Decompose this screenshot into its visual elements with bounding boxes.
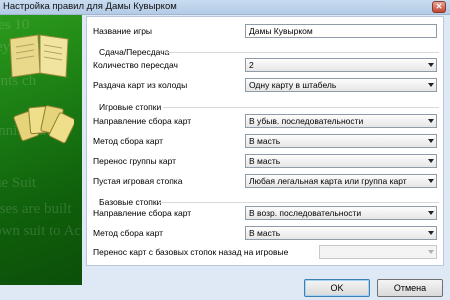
foundation-direction-label: Направление сбора карт (93, 208, 192, 218)
ok-button[interactable]: OK (304, 279, 370, 297)
foundation-direction-select[interactable]: В возр. последовательности (245, 206, 437, 220)
deal-section-title: Сдача/Пересдача (99, 47, 170, 57)
chevron-down-icon (428, 211, 434, 215)
empty-pile-select[interactable]: Любая легальная карта или группа карт (245, 174, 437, 188)
tableau-direction-value: В убыв. последовательности (249, 116, 364, 126)
chevron-down-icon (428, 139, 434, 143)
watermark-line: own suit to Ac (0, 223, 82, 239)
group-move-value: В масть (249, 156, 281, 166)
foundation-method-label: Метод сбора карт (93, 228, 164, 238)
deal-from-stock-value: Одну карту в штабель (249, 80, 337, 90)
section-divider (159, 202, 439, 203)
move-back-select[interactable] (319, 245, 437, 259)
close-button[interactable]: ✕ (432, 1, 446, 13)
empty-pile-value: Любая легальная карта или группа карт (249, 176, 407, 186)
tableau-section-title: Игровые стопки (99, 102, 162, 112)
foundation-direction-value: В возр. последовательности (249, 208, 362, 218)
chevron-down-icon (428, 250, 434, 254)
section-divider (165, 52, 439, 53)
watermark-line: sses are built (0, 201, 72, 217)
tableau-method-select[interactable]: В масть (245, 134, 437, 148)
foundation-method-select[interactable]: В масть (245, 226, 437, 240)
rule-book-icon (9, 34, 69, 78)
close-icon: ✕ (435, 2, 443, 11)
chevron-down-icon (428, 83, 434, 87)
group-move-label: Перенос группы карт (93, 156, 177, 166)
group-move-select[interactable]: В масть (245, 154, 437, 168)
watermark-line: ue Suit (0, 175, 37, 191)
side-illustration: ies 10 ey are b ents ch inning an ue Sui… (0, 15, 82, 285)
tableau-direction-label: Направление сбора карт (93, 116, 192, 126)
deal-from-stock-select[interactable]: Одну карту в штабель (245, 78, 437, 92)
section-divider (163, 107, 439, 108)
redeals-value: 2 (249, 60, 254, 70)
redeals-label: Количество пересдач (93, 60, 178, 70)
deal-from-stock-label: Раздача карт из колоды (93, 80, 188, 90)
settings-dialog: Настройка правил для Дамы Кувырком ✕ ies… (0, 0, 450, 300)
tableau-method-label: Метод сбора карт (93, 136, 164, 146)
chevron-down-icon (428, 119, 434, 123)
foundation-method-value: В масть (249, 228, 281, 238)
window-title: Настройка правил для Дамы Кувырком (3, 1, 177, 12)
foundation-section-title: Базовые стопки (99, 197, 162, 207)
playing-cards-icon (13, 105, 74, 144)
move-back-label: Перенос карт с базовых стопок назад на и… (93, 247, 289, 257)
redeals-select[interactable]: 2 (245, 58, 437, 72)
empty-pile-label: Пустая игровая стопка (93, 176, 183, 186)
tableau-direction-select[interactable]: В убыв. последовательности (245, 114, 437, 128)
chevron-down-icon (428, 159, 434, 163)
title-bar[interactable]: Настройка правил для Дамы Кувырком ✕ (0, 0, 450, 15)
game-name-label: Название игры (93, 26, 153, 36)
chevron-down-icon (428, 179, 434, 183)
settings-panel: Название игры Дамы Кувырком Сдача/Пересд… (86, 16, 444, 266)
game-name-input[interactable]: Дамы Кувырком (245, 24, 437, 38)
cancel-button[interactable]: Отмена (377, 279, 443, 297)
tableau-method-value: В масть (249, 136, 281, 146)
chevron-down-icon (428, 63, 434, 67)
chevron-down-icon (428, 231, 434, 235)
